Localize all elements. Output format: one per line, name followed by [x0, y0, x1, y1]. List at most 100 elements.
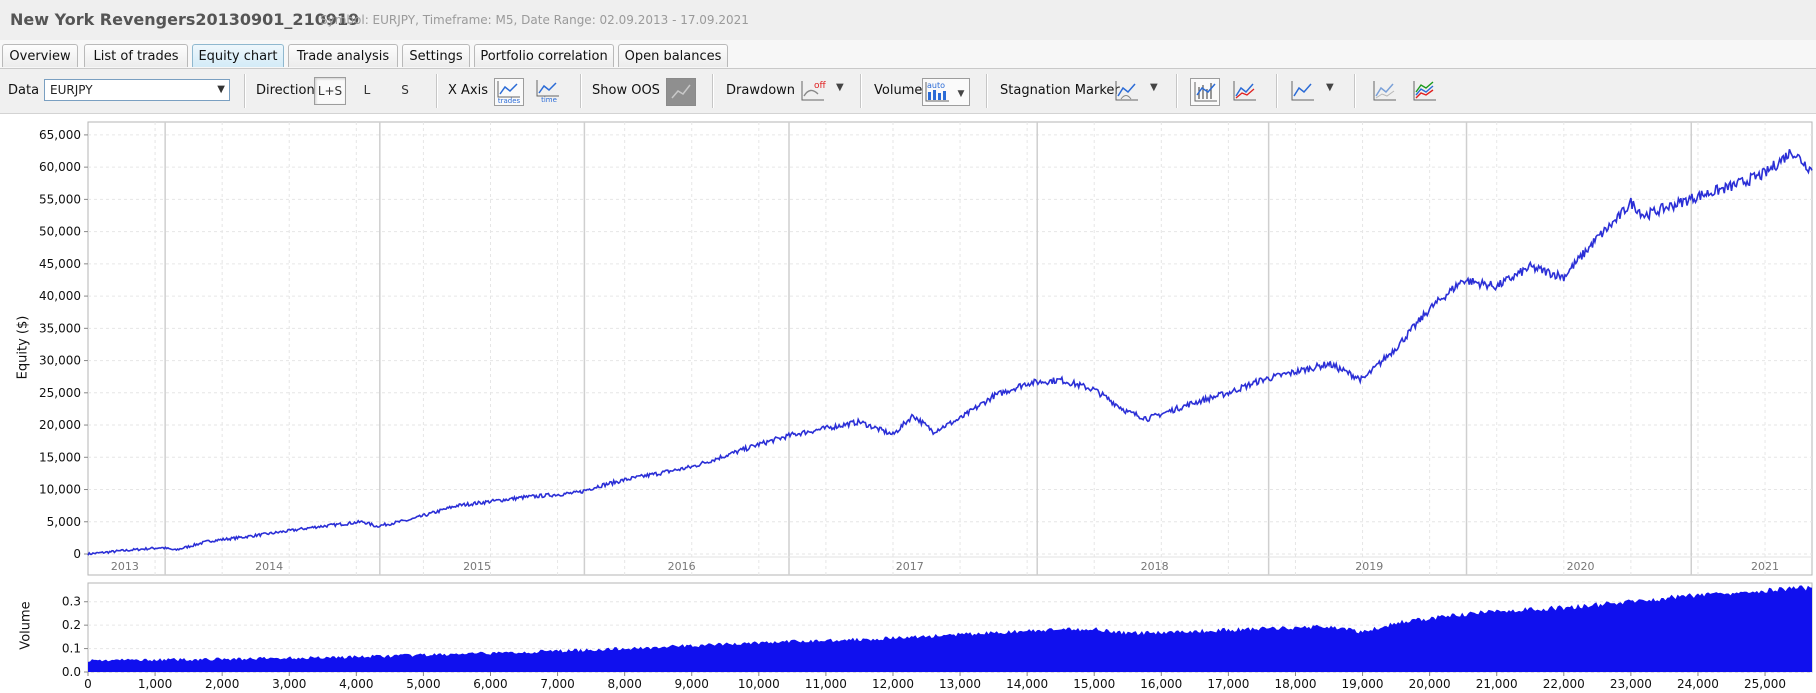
volume-y-tick-label: 0.3 [62, 595, 81, 609]
volume-x-tick-label: 20,000 [1409, 677, 1451, 691]
tab-settings[interactable]: Settings [402, 44, 470, 67]
direction-label: Direction [256, 83, 315, 98]
drawdown-label: Drawdown [726, 83, 796, 98]
tab-trade-analysis[interactable]: Trade analysis [288, 44, 398, 67]
volume-x-tick-label: 8,000 [607, 677, 641, 691]
chart-trades-icon[interactable]: trades [494, 78, 524, 106]
volume-x-tick-label: 22,000 [1543, 677, 1585, 691]
toolbar-separator [712, 74, 713, 108]
equity-y-tick-label: 20,000 [39, 418, 81, 432]
toolbar-separator [244, 74, 245, 108]
equity-y-tick-label: 5,000 [47, 515, 81, 529]
direction-l-button[interactable]: L [354, 77, 380, 105]
window-subtitle: Symbol: EURJPY, Timeframe: M5, Date Rang… [320, 13, 749, 27]
tab-overview[interactable]: Overview [2, 44, 78, 67]
volume-icon[interactable]: auto ▼ [922, 78, 970, 106]
drawdown-dropdown-icon[interactable]: ▼ [836, 82, 844, 93]
volume-state-text: auto [927, 81, 945, 90]
chart-toolbar: Data EURJPY ▼ Direction L+S L S X Axis t… [0, 69, 1816, 114]
volume-chart[interactable]: 0.0 0.1 0.2 0.3 0 1,000 2,000 3,000 4,000 5,000 6,… [0, 580, 1816, 693]
equity-y-tick-label: 45,000 [39, 257, 81, 271]
drawdown-icon[interactable]: off [798, 78, 826, 104]
volume-label: Volume [874, 83, 923, 98]
volume-x-tick-label: 25,000 [1744, 677, 1786, 691]
toolbar-separator [986, 74, 987, 108]
equity-y-tick-label: 35,000 [39, 321, 81, 335]
stagnation-dropdown-icon[interactable]: ▼ [1150, 82, 1158, 93]
volume-x-tick-label: 3,000 [272, 677, 306, 691]
title-bar: New York Revengers20130901_210919 Symbol… [0, 0, 1816, 41]
multi-line-icon[interactable] [1410, 78, 1438, 104]
volume-x-tick-label: 4,000 [339, 677, 373, 691]
year-label: 2020 [1567, 560, 1595, 573]
equity-y-tick-label: 60,000 [39, 160, 81, 174]
year-label: 2015 [463, 560, 491, 573]
show-oos-icon[interactable] [666, 78, 696, 106]
volume-y-tick-label: 0.2 [62, 618, 81, 632]
tab-list-of-trades[interactable]: List of trades [84, 44, 188, 67]
volume-x-tick-label: 19,000 [1342, 677, 1384, 691]
equity-y-tick-label: 40,000 [39, 289, 81, 303]
volume-x-tick-label: 2,000 [205, 677, 239, 691]
show-oos-label: Show OOS [592, 83, 660, 98]
toolbar-separator [580, 74, 581, 108]
xaxis-trades-text: trades [498, 97, 521, 105]
direction-s-button[interactable]: S [392, 77, 418, 105]
equity-y-tick-label: 65,000 [39, 128, 81, 142]
bars-chart-icon[interactable] [1190, 78, 1220, 106]
volume-x-tick-label: 15,000 [1073, 677, 1115, 691]
data-label: Data [8, 83, 40, 98]
chevron-down-icon: ▼ [217, 84, 225, 95]
year-label: 2014 [255, 560, 283, 573]
stagnation-marker-label: Stagnation Marker [1000, 83, 1120, 98]
direction-ls-button[interactable]: L+S [314, 77, 346, 105]
line-red-icon[interactable] [1230, 78, 1258, 104]
year-label: 2013 [111, 560, 139, 573]
tab-open-balances[interactable]: Open balances [618, 44, 728, 67]
volume-y-tick-label: 0.1 [62, 642, 81, 656]
toolbar-separator [1354, 74, 1355, 108]
equity-chart[interactable]: 0 5,000 10,000 15,000 20,000 25,000 30,000 35,0… [0, 115, 1816, 577]
volume-x-tick-label: 11,000 [805, 677, 847, 691]
volume-x-tick-label: 18,000 [1274, 677, 1316, 691]
toolbar-separator [1176, 74, 1177, 108]
tab-portfolio-correlation[interactable]: Portfolio correlation [474, 44, 614, 67]
toolbar-separator [860, 74, 861, 108]
equity-y-tick-label: 30,000 [39, 354, 81, 368]
volume-x-tick-label: 14,000 [1006, 677, 1048, 691]
window-title: New York Revengers20130901_210919 [10, 10, 360, 29]
equity-plot-frame [87, 121, 1813, 576]
svg-text:▼: ▼ [958, 89, 965, 99]
volume-x-tick-label: 16,000 [1140, 677, 1182, 691]
equity-y-tick-label: 10,000 [39, 483, 81, 497]
data-select[interactable]: EURJPY ▼ [44, 79, 230, 101]
line-faded-icon[interactable] [1370, 78, 1398, 104]
line-dropdown-icon[interactable]: ▼ [1326, 82, 1334, 93]
year-label: 2018 [1141, 560, 1169, 573]
year-label: 2019 [1355, 560, 1383, 573]
volume-x-tick-label: 13,000 [939, 677, 981, 691]
volume-y-tick-label: 0.0 [62, 665, 81, 679]
drawdown-state-text: off [814, 81, 826, 91]
equity-y-tick-label: 50,000 [39, 225, 81, 239]
xaxis-time-text: time [541, 96, 557, 104]
stagnation-marker-icon[interactable] [1112, 78, 1140, 104]
equity-y-tick-label: 15,000 [39, 450, 81, 464]
tab-equity-chart[interactable]: Equity chart [192, 44, 284, 67]
volume-x-tick-label: 17,000 [1207, 677, 1249, 691]
volume-x-tick-label: 5,000 [406, 677, 440, 691]
year-label: 2017 [896, 560, 924, 573]
volume-x-tick-label: 10,000 [738, 677, 780, 691]
chart-time-icon[interactable]: time [534, 78, 562, 104]
volume-x-tick-label: 24,000 [1677, 677, 1719, 691]
volume-x-tick-label: 21,000 [1476, 677, 1518, 691]
tab-bar: Overview List of trades Equity chart Tra… [0, 40, 1816, 69]
line-blue-icon[interactable] [1288, 78, 1316, 104]
volume-x-tick-label: 9,000 [675, 677, 709, 691]
year-label: 2021 [1751, 560, 1779, 573]
xaxis-label: X Axis [448, 83, 489, 98]
equity-y-tick-label: 25,000 [39, 386, 81, 400]
equity-y-tick-label: 55,000 [39, 192, 81, 206]
toolbar-separator [1276, 74, 1277, 108]
data-select-value: EURJPY [50, 83, 93, 97]
